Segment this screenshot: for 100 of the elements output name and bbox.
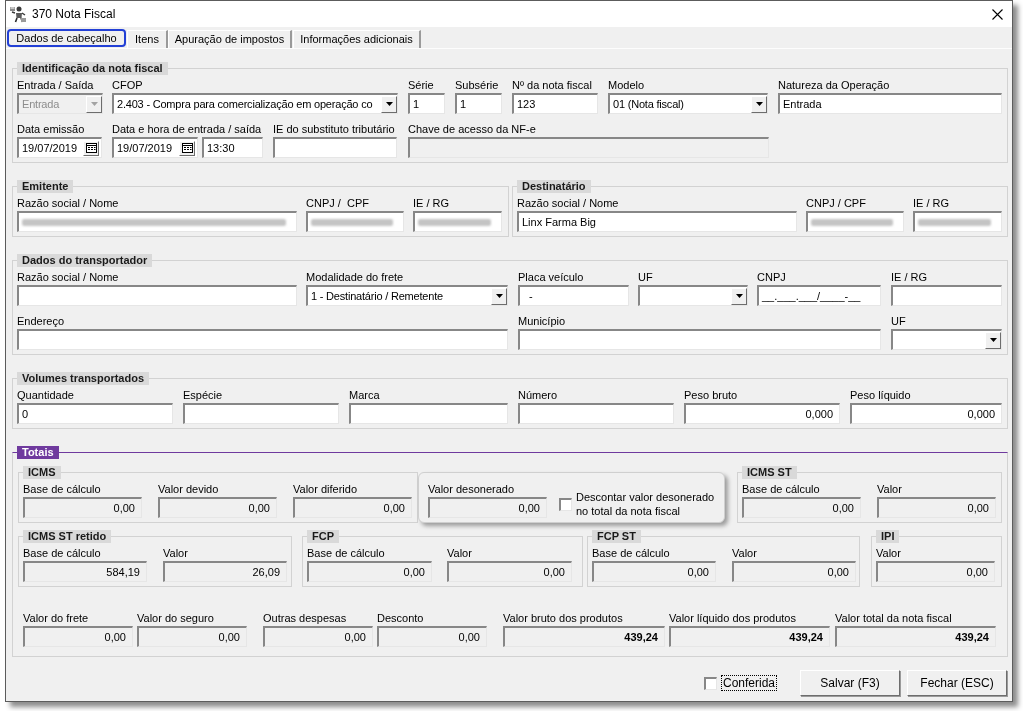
caret-down-icon xyxy=(495,294,503,298)
app-icon xyxy=(9,5,27,23)
text-field[interactable]: Entrada xyxy=(778,93,1002,114)
field-label: Nº da nota fiscal xyxy=(512,78,592,93)
field-label: Valor xyxy=(876,546,901,561)
field-label: Modelo xyxy=(608,78,645,93)
dropdown-field[interactable]: 2.403 - Compra para comercialização em operação co xyxy=(112,93,398,114)
field-label: IE / RG xyxy=(413,196,450,211)
field-label: Base de cálculo xyxy=(592,546,670,561)
field-label: Valor xyxy=(447,546,472,561)
field-label: Base de cálculo xyxy=(23,482,101,497)
group-title: Volumes transportados xyxy=(17,372,150,385)
dropdown-field[interactable] xyxy=(638,285,748,306)
text-field[interactable] xyxy=(306,211,404,232)
tab[interactable]: Dados de cabeçalho xyxy=(7,29,126,47)
field-label: CFOP xyxy=(112,78,143,93)
text-field[interactable] xyxy=(518,403,674,424)
caret-down-icon xyxy=(735,294,743,298)
field-label: Subsérie xyxy=(455,78,499,93)
text-field[interactable]: - xyxy=(518,285,629,306)
text-field[interactable]: 1 xyxy=(408,93,445,114)
checkbox-label[interactable]: Conferida xyxy=(720,675,777,691)
field-label: Desconto xyxy=(377,611,424,626)
text-field[interactable] xyxy=(891,285,1002,306)
field-label: Data emissão xyxy=(17,122,85,137)
text-field[interactable] xyxy=(518,329,881,350)
checkbox[interactable] xyxy=(559,497,572,511)
calendar-button[interactable] xyxy=(179,140,195,156)
dropdown-button[interactable] xyxy=(751,95,767,113)
group-title: FCP ST xyxy=(592,530,641,543)
field-label: CNPJ / CPF xyxy=(306,196,369,211)
field-label: Série xyxy=(408,78,434,93)
text-field[interactable] xyxy=(17,285,297,306)
text-field[interactable] xyxy=(17,211,297,232)
text-field[interactable] xyxy=(273,137,397,158)
dropdown-button[interactable] xyxy=(985,331,1001,349)
group-title: Emitente xyxy=(17,180,74,193)
field-label: Base de cálculo xyxy=(307,546,385,561)
text-field[interactable] xyxy=(17,329,508,350)
dropdown-field[interactable] xyxy=(891,329,1002,350)
date-field[interactable]: 19/07/2019 xyxy=(112,137,198,158)
field-label: Razão social / Nome xyxy=(517,196,619,211)
dropdown-button[interactable] xyxy=(491,287,507,305)
close-icon[interactable] xyxy=(992,8,1003,20)
text-field[interactable]: 0 xyxy=(17,403,173,424)
field-label: Quantidade xyxy=(17,388,74,403)
calendar-button[interactable] xyxy=(83,140,99,156)
dropdown-field[interactable]: 1 - Destinatário / Remetente xyxy=(306,285,508,306)
checkbox-label[interactable]: Descontar valor desonerado no total da nota fiscal xyxy=(576,490,715,518)
field-label: Valor do frete xyxy=(23,611,89,626)
field-label: Razão social / Nome xyxy=(17,196,119,211)
text-field[interactable] xyxy=(806,211,904,232)
field-label: Espécie xyxy=(183,388,223,403)
text-field[interactable] xyxy=(183,403,339,424)
field-label: Valor xyxy=(732,546,757,561)
field-label: Placa veículo xyxy=(518,270,584,285)
date-field[interactable]: 19/07/2019 xyxy=(17,137,102,158)
text-field[interactable] xyxy=(349,403,508,424)
group-title: ICMS ST xyxy=(742,466,797,479)
field-label: UF xyxy=(891,314,906,329)
field-label: Natureza da Operação xyxy=(778,78,890,93)
caret-down-icon xyxy=(755,102,763,106)
field-label: Valor xyxy=(163,546,188,561)
tab[interactable]: Itens xyxy=(127,30,168,48)
dialog-button[interactable]: Fechar (ESC) xyxy=(907,670,1007,696)
field-label: Data e hora de entrada / saída xyxy=(112,122,262,137)
group-title: Identificação da nota fiscal xyxy=(17,62,168,75)
field-label: IE / RG xyxy=(913,196,950,211)
text-field[interactable]: 1 xyxy=(455,93,502,114)
text-field[interactable]: 0,000 xyxy=(684,403,840,424)
field-label: Modalidade do frete xyxy=(306,270,404,285)
field-label: Endereço xyxy=(17,314,65,329)
text-field[interactable]: Linx Farma Big xyxy=(517,211,797,232)
field-label: Valor desonerado xyxy=(428,482,515,497)
text-field[interactable]: 123 xyxy=(512,93,598,114)
field-label: Base de cálculo xyxy=(742,482,820,497)
field-label: Valor bruto dos produtos xyxy=(503,611,623,626)
field-label: IE do substituto tributário xyxy=(273,122,395,137)
text-field[interactable]: 0,000 xyxy=(850,403,1002,424)
group-title: Destinatário xyxy=(517,180,591,193)
field-label: Peso bruto xyxy=(684,388,738,403)
dropdown-button[interactable] xyxy=(381,95,397,113)
text-field[interactable]: 13:30 xyxy=(202,137,263,158)
dialog-button[interactable]: Salvar (F3) xyxy=(800,670,900,696)
window-title: 370 Nota Fiscal xyxy=(32,6,116,23)
text-field[interactable] xyxy=(413,211,502,232)
group-title: ICMS xyxy=(23,466,61,479)
tab[interactable]: Apuração de impostos xyxy=(168,30,292,48)
tab[interactable]: Informações adicionais xyxy=(293,30,421,48)
text-field[interactable]: __.___.___/____-__ xyxy=(757,285,881,306)
group-title: Totais xyxy=(17,446,59,459)
field-label: Marca xyxy=(349,388,380,403)
dropdown-field[interactable]: 01 (Nota fiscal) xyxy=(608,93,768,114)
text-field[interactable] xyxy=(913,211,1002,232)
caret-down-icon xyxy=(385,102,393,106)
field-label: CNPJ xyxy=(757,270,786,285)
checkbox[interactable] xyxy=(703,676,717,690)
field-label: Razão social / Nome xyxy=(17,270,119,285)
field-label: CNPJ / CPF xyxy=(806,196,866,211)
dropdown-button[interactable] xyxy=(731,287,747,305)
